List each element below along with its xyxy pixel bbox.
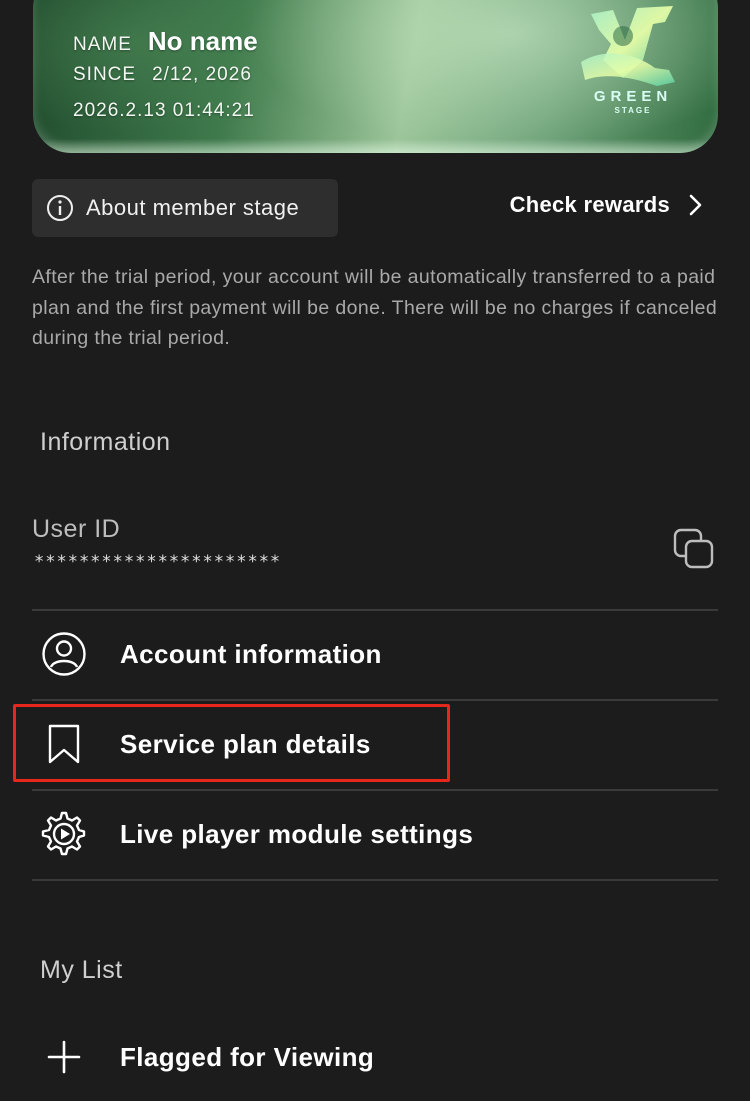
menu-item-label: Service plan details [120,728,371,759]
divider [32,879,718,881]
check-rewards-label: Check rewards [509,192,670,217]
card-since-value: 2/12, 2026 [152,64,252,85]
chevron-right-icon [689,194,702,216]
logo-word: GREEN [593,88,673,105]
menu-item-label: Flagged for Viewing [120,1041,375,1072]
logo-sub: STAGE [614,106,652,115]
menu-item-flagged-for-viewing[interactable]: Flagged for Viewing [32,1013,718,1101]
information-section-title: Information [40,428,171,456]
check-rewards-link[interactable]: Check rewards [510,192,704,218]
menu-item-account-information[interactable]: Account information [32,610,718,698]
card-name-row: NAME No name [73,26,258,57]
info-icon [47,195,73,221]
about-member-stage-label: About member stage [86,195,300,220]
bookmark-icon [40,720,88,768]
card-name-label: NAME [73,34,132,55]
user-id-label: User ID [32,515,121,543]
member-card: NAME No name SINCE 2/12, 2026 2026.2.13 … [33,0,718,153]
user-id-value: ********************** [34,552,282,572]
card-name-value: No name [147,26,258,56]
user-circle-icon [40,630,88,678]
gear-play-icon [40,810,88,858]
card-timestamp: 2026.2.13 01:44:21 [73,100,255,121]
trial-notice-text: After the trial period, your account wil… [32,266,718,349]
menu-item-label: Account information [120,638,382,669]
card-since-label: SINCE [73,64,137,85]
menu-item-live-player-module-settings[interactable]: Live player module settings [32,790,718,878]
copy-icon[interactable] [672,527,716,571]
menu-item-label: Live player module settings [120,818,474,849]
card-since-row: SINCE 2/12, 2026 [73,64,252,86]
menu-item-service-plan-details[interactable]: Service plan details [32,700,718,788]
plus-icon [40,1033,88,1081]
my-list-section-title: My List [40,956,123,984]
about-member-stage-button[interactable]: About member stage [32,179,338,237]
